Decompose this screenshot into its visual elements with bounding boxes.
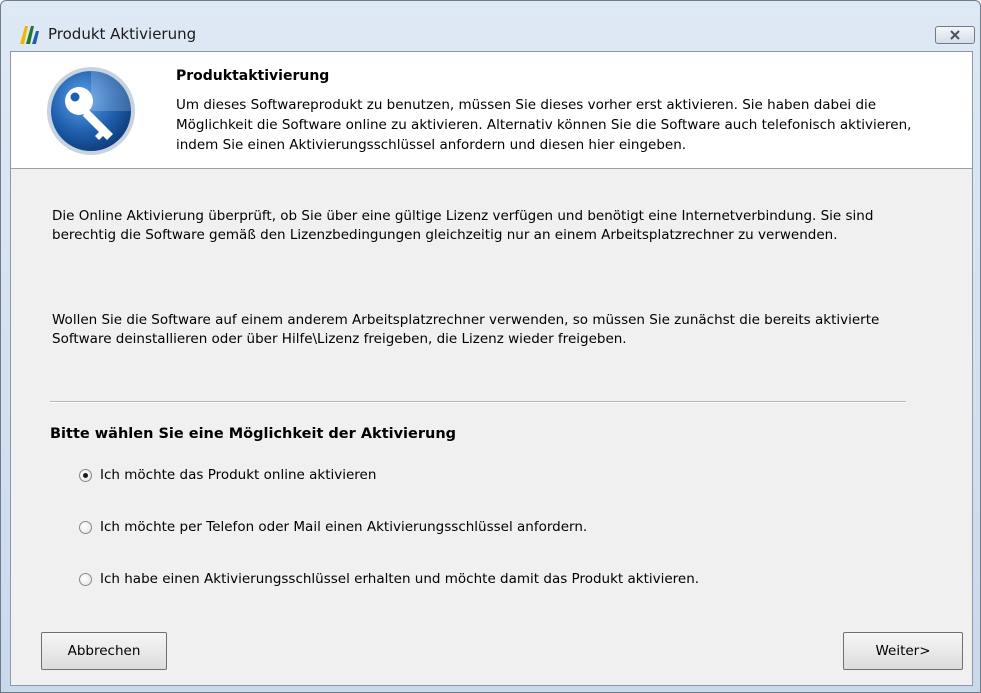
license-transfer-info: Wollen Sie die Software auf einem andere… (52, 312, 880, 347)
cancel-button[interactable]: Abbrechen (41, 632, 167, 670)
radio-label: Ich möchte das Produkt online aktivieren (100, 467, 377, 483)
close-button[interactable] (935, 26, 975, 44)
options-title: Bitte wählen Sie eine Möglichkeit der Ak… (50, 426, 457, 442)
radio-online-activation[interactable]: Ich möchte das Produkt online aktivieren (79, 465, 376, 485)
header-description: Um dieses Softwareprodukt zu benutzen, m… (176, 97, 912, 153)
separator (50, 401, 906, 403)
title-bar[interactable]: Produkt Aktivierung (1, 1, 980, 51)
online-activation-info: Die Online Aktivierung überprüft, ob Sie… (52, 208, 874, 243)
dialog-content: Produktaktivierung Um dieses Softwarepro… (10, 51, 973, 686)
radio-button[interactable] (79, 572, 92, 586)
radio-label: Ich habe einen Aktivierungsschlüssel erh… (100, 571, 700, 587)
radio-enter-key[interactable]: Ich habe einen Aktivierungsschlüssel erh… (79, 569, 699, 589)
next-button[interactable]: Weiter> (843, 632, 963, 670)
radio-request-key[interactable]: Ich möchte per Telefon oder Mail einen A… (79, 517, 587, 537)
window-title: Produkt Aktivierung (48, 25, 197, 43)
key-icon (47, 67, 135, 155)
header-title: Produktaktivierung (176, 68, 330, 84)
dialog-window: Produkt Aktivierung Produktaktivierung U… (0, 0, 981, 693)
app-logo-icon (20, 26, 39, 44)
radio-button-checked[interactable] (79, 468, 92, 482)
radio-button[interactable] (79, 520, 92, 534)
header-panel: Produktaktivierung Um dieses Softwarepro… (11, 52, 972, 169)
close-icon (950, 30, 960, 40)
radio-label: Ich möchte per Telefon oder Mail einen A… (100, 519, 588, 535)
